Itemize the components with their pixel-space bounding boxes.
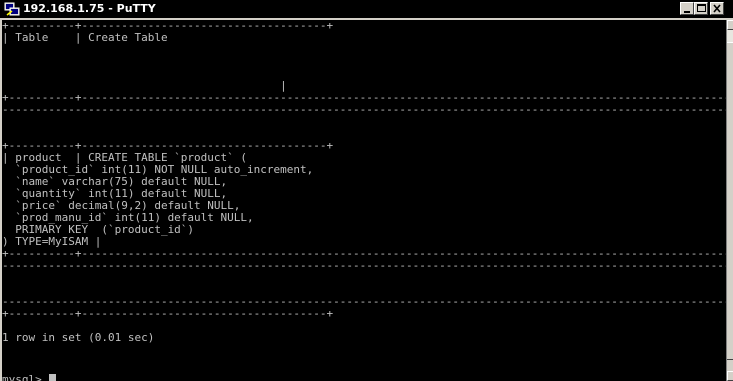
mysql-prompt: mysql> — [2, 373, 49, 381]
maximize-button[interactable] — [694, 2, 708, 15]
text-cursor — [49, 374, 57, 381]
maximize-icon — [697, 4, 706, 12]
minimize-button[interactable] — [680, 2, 694, 15]
scrollbar-track[interactable] — [727, 30, 733, 360]
scrollbar-thumb[interactable] — [727, 42, 733, 360]
title-bar[interactable]: 192.168.1.75 - PuTTY — [0, 0, 733, 18]
prompt-line[interactable]: mysql> — [2, 368, 57, 381]
putty-terminal-icon — [4, 2, 20, 16]
window-title: 192.168.1.75 - PuTTY — [23, 2, 156, 15]
close-icon — [713, 4, 721, 13]
minimize-icon — [684, 11, 690, 13]
terminal-output: +----------+----------------------------… — [2, 20, 726, 344]
vertical-scrollbar[interactable] — [726, 20, 733, 381]
scroll-up-arrow-icon[interactable] — [727, 20, 733, 30]
putty-window: 192.168.1.75 - PuTTY +----------+-------… — [0, 0, 733, 381]
scroll-down-arrow-icon[interactable] — [727, 371, 733, 381]
terminal-screen[interactable]: +----------+----------------------------… — [2, 20, 726, 381]
close-button[interactable] — [710, 2, 724, 15]
